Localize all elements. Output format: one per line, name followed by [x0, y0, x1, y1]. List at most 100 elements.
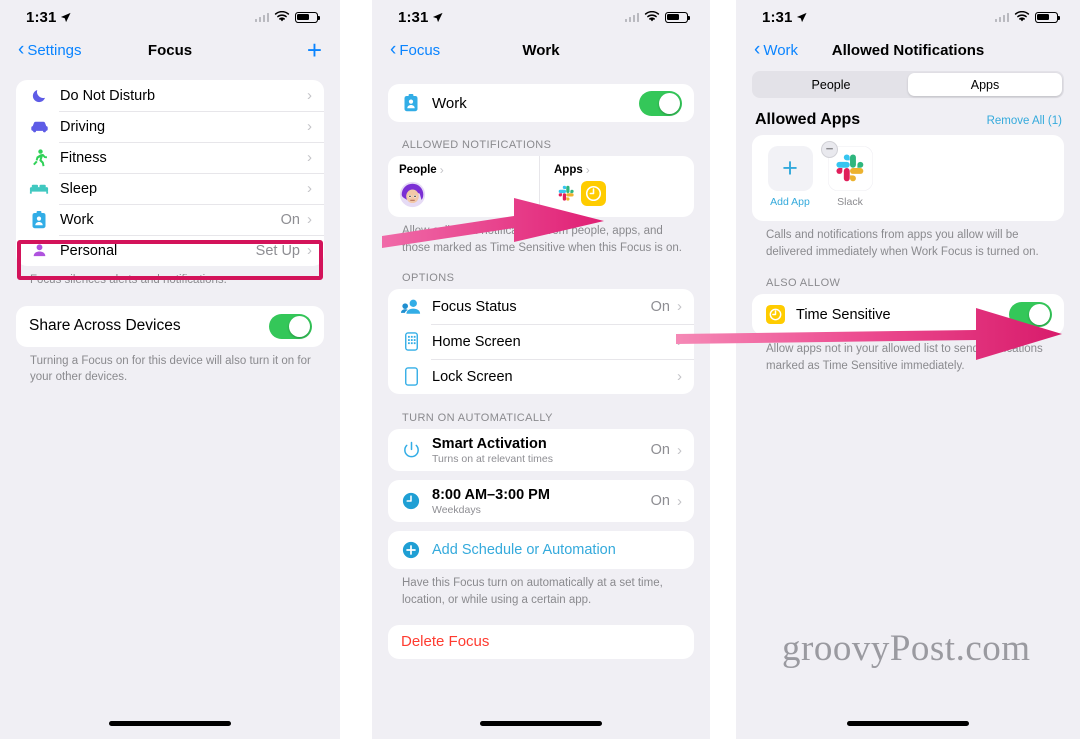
- list-item-label: 8:00 AM–3:00 PM: [432, 486, 550, 503]
- location-arrow-icon: [797, 12, 807, 22]
- row-focus-status[interactable]: Focus Status On ›: [388, 289, 694, 324]
- navigation-bar: ‹ Work Allowed Notifications: [736, 34, 1080, 66]
- clock-icon: [581, 181, 606, 206]
- also-allow-footnote: Allow apps not in your allowed list to s…: [766, 343, 1043, 373]
- battery-icon: [295, 11, 321, 23]
- list-item-label: Home Screen: [432, 333, 521, 350]
- time-sensitive-toggle[interactable]: [1009, 302, 1052, 328]
- chevron-right-icon: ›: [307, 211, 312, 228]
- time-sensitive-label: Time Sensitive: [796, 306, 891, 323]
- list-item-label: Smart Activation: [432, 435, 547, 452]
- share-footnote: Turning a Focus on for this device will …: [30, 354, 311, 384]
- back-button-focus[interactable]: ‹ Focus: [390, 40, 440, 59]
- row-lock-screen[interactable]: Lock Screen ›: [388, 359, 694, 394]
- plus-circle-icon: [401, 540, 421, 560]
- row-time-sensitive[interactable]: Time Sensitive: [752, 294, 1064, 335]
- apps-card[interactable]: Apps ›: [539, 156, 694, 217]
- remove-app-icon[interactable]: −: [821, 141, 838, 158]
- apps-card-label: Apps ›: [554, 163, 590, 177]
- list-item-personal[interactable]: Personal Set Up ›: [16, 235, 324, 266]
- running-person-icon: [29, 148, 49, 168]
- row-schedule[interactable]: 8:00 AM–3:00 PM Weekdays On ›: [388, 480, 694, 522]
- phone-1-focus-list: 1:31 ‹ Settings Focus + Do Not Disturb ›…: [0, 0, 340, 739]
- work-enable-toggle[interactable]: [639, 90, 682, 116]
- slack-icon: [554, 181, 579, 206]
- add-app-label: Add App: [770, 196, 810, 208]
- add-focus-button[interactable]: +: [307, 37, 322, 63]
- allowed-apps-title: Allowed Apps: [755, 111, 861, 128]
- allowed-notifications-cards: People › Apps ›: [388, 156, 694, 217]
- list-item-label: Sleep: [60, 180, 98, 197]
- back-button-work[interactable]: ‹ Work: [754, 40, 798, 59]
- chevron-right-icon: ›: [307, 180, 312, 197]
- chevron-right-icon: ›: [439, 163, 444, 177]
- people-card[interactable]: People ›: [388, 156, 539, 217]
- row-add-schedule[interactable]: Add Schedule or Automation: [388, 531, 694, 569]
- cellular-signal-icon: [254, 12, 269, 22]
- wifi-icon: [274, 11, 290, 22]
- chevron-right-icon: ›: [307, 149, 312, 166]
- status-time: 1:31: [26, 9, 71, 26]
- people-apps-segmented-control[interactable]: People Apps: [752, 71, 1064, 98]
- list-item-label: Driving: [60, 118, 106, 135]
- status-bar: 1:31: [372, 0, 710, 34]
- status-indicators: [624, 11, 691, 23]
- phone-2-work-focus-detail: 1:31 ‹ Focus Work Work ALLOWED NOTIFICAT…: [372, 0, 710, 739]
- delete-focus-label: Delete Focus: [401, 633, 490, 651]
- remove-all-button[interactable]: Remove All (1): [987, 115, 1062, 127]
- work-toggle-group: Work: [388, 84, 694, 122]
- row-smart-activation[interactable]: Smart Activation Turns on at relevant ti…: [388, 429, 694, 471]
- battery-icon: [665, 11, 691, 23]
- wifi-icon: [1014, 11, 1030, 22]
- battery-icon: [1035, 11, 1061, 23]
- list-item-do-not-disturb[interactable]: Do Not Disturb ›: [16, 80, 324, 111]
- status-time-label: 1:31: [398, 8, 429, 26]
- status-time: 1:31: [398, 9, 443, 26]
- row-share-across-devices[interactable]: Share Across Devices: [16, 306, 324, 347]
- back-button-settings[interactable]: ‹ Settings: [18, 38, 82, 60]
- list-item-driving[interactable]: Driving ›: [16, 111, 324, 142]
- list-item-subtitle: Weekdays: [432, 503, 481, 516]
- automatically-footnote: Have this Focus turn on automatically at…: [402, 577, 663, 607]
- row-delete-focus[interactable]: Delete Focus: [388, 625, 694, 659]
- schedule-group: 8:00 AM–3:00 PM Weekdays On ›: [388, 480, 694, 523]
- plus-icon[interactable]: +: [767, 146, 813, 191]
- options-header: OPTIONS: [402, 272, 455, 285]
- status-indicators: [994, 11, 1061, 23]
- list-item-subtitle: Turns on at relevant times: [432, 452, 553, 465]
- cellular-signal-icon: [994, 12, 1009, 22]
- allowed-apps-footnote: Calls and notifications from apps you al…: [766, 229, 1039, 258]
- location-arrow-icon: [433, 12, 443, 22]
- people-card-label: People ›: [399, 163, 444, 177]
- apps-icons: [554, 181, 694, 206]
- chevron-right-icon: ›: [677, 298, 682, 316]
- home-indicator: [109, 721, 231, 726]
- home-screen-icon: [401, 332, 421, 352]
- app-cell-slack[interactable]: − Slack: [821, 141, 874, 208]
- chevron-right-icon: ›: [677, 333, 682, 351]
- id-badge-icon: [401, 93, 421, 113]
- list-item-fitness[interactable]: Fitness ›: [16, 142, 324, 173]
- people-avatars: [399, 181, 539, 208]
- chevron-left-icon: ‹: [18, 38, 25, 60]
- segment-people[interactable]: People: [754, 73, 908, 96]
- wifi-icon: [644, 11, 660, 22]
- work-toggle-label: Work: [432, 94, 467, 112]
- list-item-sleep[interactable]: Sleep ›: [16, 173, 324, 204]
- status-bar: 1:31: [0, 0, 340, 34]
- row-home-screen[interactable]: Home Screen ›: [388, 324, 694, 359]
- add-app-cell[interactable]: + Add App: [766, 146, 814, 208]
- row-work-enable[interactable]: Work: [388, 84, 694, 122]
- chevron-right-icon: ›: [585, 163, 590, 177]
- allowed-notifications-footnote: Allow calls and notifications from peopl…: [402, 225, 682, 254]
- clock-filled-icon: [401, 491, 421, 511]
- smart-activation-group: Smart Activation Turns on at relevant ti…: [388, 429, 694, 472]
- status-bar: 1:31: [736, 0, 1080, 34]
- list-item-work[interactable]: Work On ›: [16, 204, 324, 235]
- list-item-label: Do Not Disturb: [60, 87, 156, 104]
- segment-apps[interactable]: Apps: [908, 73, 1062, 96]
- list-item-label: Fitness: [60, 149, 107, 166]
- share-across-devices-toggle[interactable]: [269, 313, 312, 339]
- smart-activation-text: Smart Activation Turns on at relevant ti…: [432, 436, 553, 465]
- watermark: groovyPost.com: [782, 628, 1031, 669]
